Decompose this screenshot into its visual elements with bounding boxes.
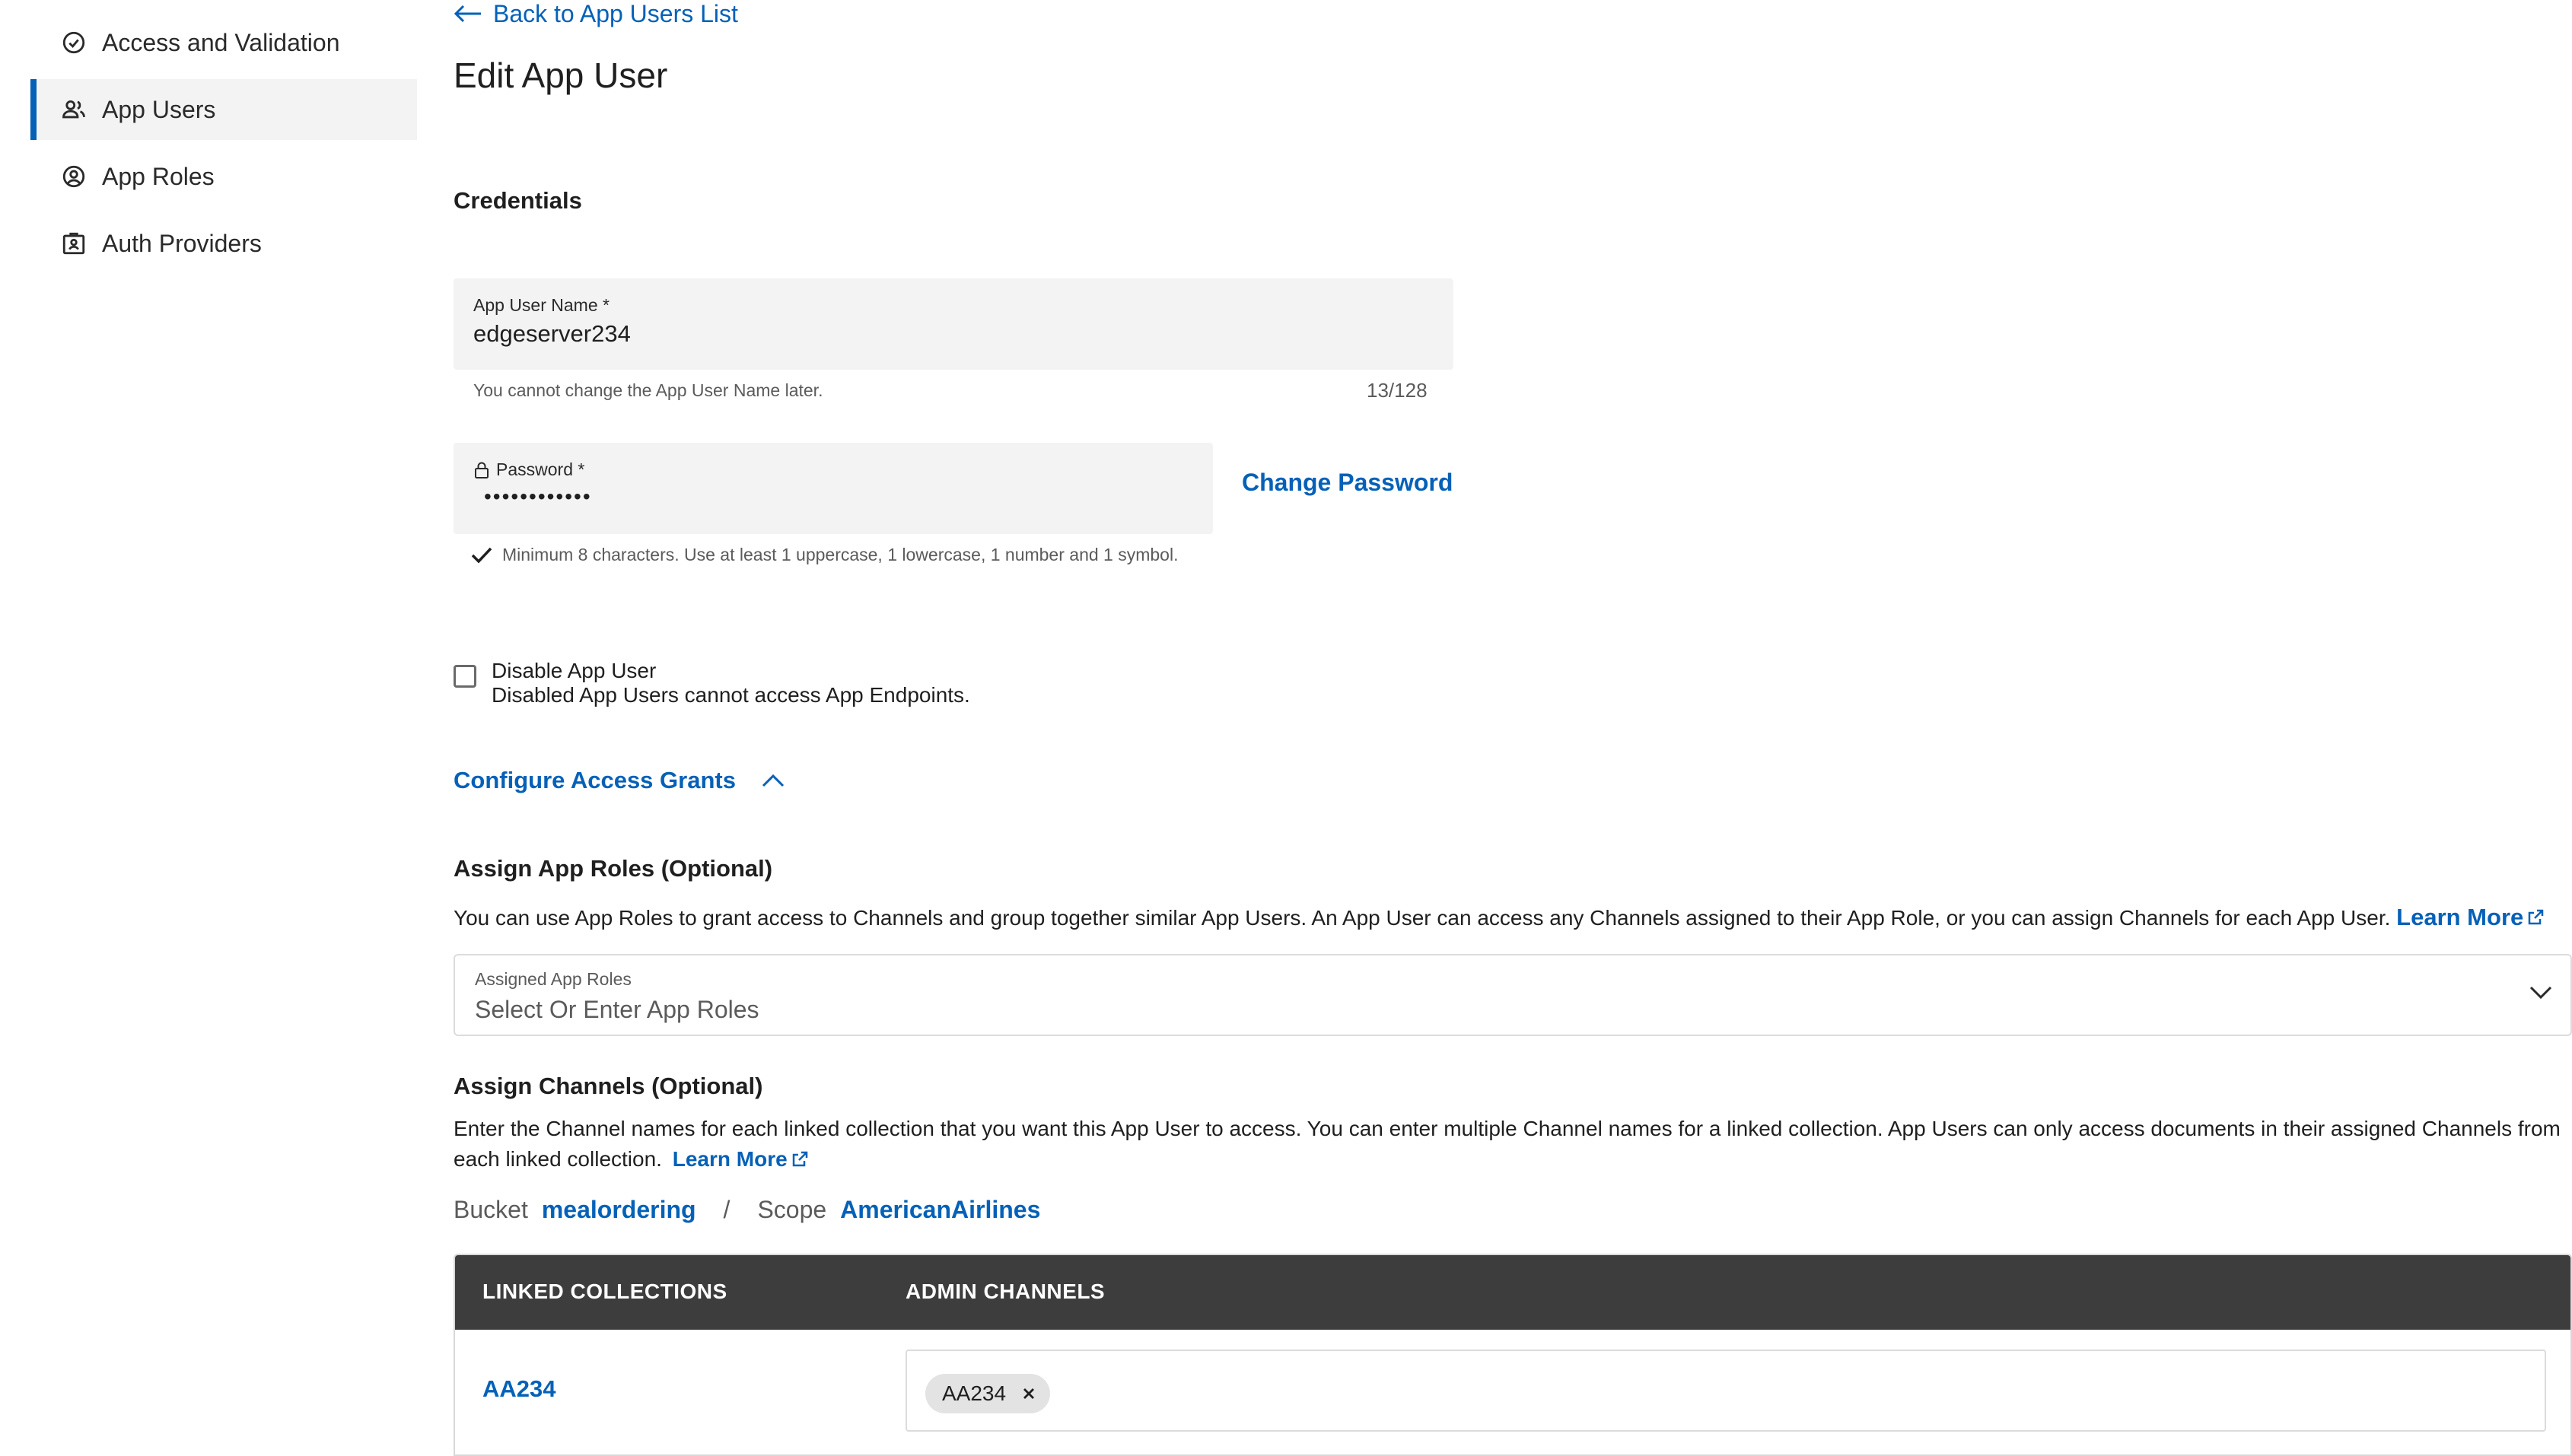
- lock-icon: [473, 461, 490, 479]
- table-header: LINKED COLLECTIONS ADMIN CHANNELS: [455, 1255, 2570, 1330]
- assign-channels-description: Enter the Channel names for each linked …: [454, 1114, 2572, 1175]
- sidebar-item-auth-providers[interactable]: Auth Providers: [30, 213, 417, 274]
- bucket-label: Bucket: [454, 1196, 528, 1223]
- roles-learn-more-link[interactable]: Learn More: [2396, 902, 2545, 933]
- app-user-name-field[interactable]: App User Name * edgeserver234: [454, 278, 1453, 370]
- scope-label: Scope: [757, 1196, 827, 1223]
- assign-app-roles-heading: Assign App Roles (Optional): [454, 855, 773, 882]
- column-header-admin-channels: ADMIN CHANNELS: [906, 1280, 1106, 1303]
- sidebar-item-label: App Users: [102, 95, 216, 123]
- channels-learn-more-label: Learn More: [672, 1147, 788, 1171]
- back-link-label: Back to App Users List: [493, 0, 738, 27]
- breadcrumb-separator: /: [723, 1196, 731, 1223]
- assign-channels-text-line2: each linked collection.: [454, 1147, 662, 1171]
- app-user-name-counter: 13/128: [1367, 379, 1428, 402]
- back-to-app-users-link[interactable]: Back to App Users List: [454, 0, 738, 27]
- scope-link[interactable]: AmericanAirlines: [840, 1196, 1040, 1224]
- bucket-scope-breadcrumb: Bucket mealordering / Scope AmericanAirl…: [454, 1196, 1040, 1224]
- sidebar-item-label: Access and Validation: [102, 28, 340, 56]
- external-link-icon: [2526, 908, 2545, 927]
- admin-channels-input[interactable]: AA234: [906, 1350, 2546, 1432]
- roles-learn-more-label: Learn More: [2396, 904, 2524, 930]
- password-label: Password *: [496, 459, 585, 479]
- arrow-left-icon: [454, 2, 482, 25]
- page-title: Edit App User: [454, 56, 668, 95]
- check-circle-icon: [61, 30, 87, 56]
- close-icon[interactable]: [1021, 1386, 1036, 1401]
- chevron-down-icon: [2528, 984, 2554, 1001]
- password-rule-text: Minimum 8 characters. Use at least 1 upp…: [502, 545, 1179, 564]
- sidebar-item-access-and-validation[interactable]: Access and Validation: [30, 12, 417, 73]
- password-value: ••••••••••••: [484, 485, 592, 508]
- disable-app-user-label: Disable App User: [492, 659, 657, 682]
- assigned-app-roles-placeholder: Select Or Enter App Roles: [475, 996, 759, 1023]
- assign-app-roles-description: You can use App Roles to grant access to…: [454, 902, 2572, 933]
- main-content: Back to App Users List Edit App User Cre…: [454, 0, 2572, 1456]
- configure-access-grants-label: Configure Access Grants: [454, 767, 736, 793]
- chevron-up-icon: [760, 772, 786, 789]
- id-badge-icon: [61, 230, 87, 256]
- external-link-icon: [791, 1150, 809, 1168]
- disable-app-user-checkbox[interactable]: [454, 665, 476, 688]
- configure-access-grants-toggle[interactable]: Configure Access Grants: [454, 767, 786, 794]
- credentials-heading: Credentials: [454, 187, 582, 214]
- channels-table: LINKED COLLECTIONS ADMIN CHANNELS AA234 …: [454, 1254, 2572, 1456]
- disable-app-user-description: Disabled App Users cannot access App End…: [492, 683, 970, 707]
- app-user-name-label: App User Name *: [473, 295, 610, 315]
- app-user-name-helper: You cannot change the App User Name late…: [473, 380, 823, 400]
- table-row: AA234 AA234: [455, 1330, 2570, 1454]
- app-user-name-value: edgeserver234: [473, 320, 631, 347]
- checkmark-icon: [470, 545, 493, 565]
- password-field[interactable]: Password * ••••••••••••: [454, 443, 1213, 534]
- password-rule: Minimum 8 characters. Use at least 1 upp…: [470, 545, 1178, 565]
- assign-channels-heading: Assign Channels (Optional): [454, 1073, 763, 1099]
- assigned-app-roles-select[interactable]: Assigned App Roles Select Or Enter App R…: [454, 954, 2572, 1036]
- sidebar-item-app-users[interactable]: App Users: [30, 79, 417, 140]
- sidebar-item-label: App Roles: [102, 162, 215, 190]
- users-icon: [61, 97, 87, 122]
- linked-collection-link[interactable]: AA234: [482, 1375, 556, 1403]
- change-password-button[interactable]: Change Password: [1242, 469, 1453, 497]
- channels-learn-more-link[interactable]: Learn More: [673, 1144, 809, 1175]
- channel-chip-label: AA234: [942, 1381, 1007, 1405]
- assign-app-roles-text: You can use App Roles to grant access to…: [454, 906, 2391, 930]
- assign-channels-text-line1: Enter the Channel names for each linked …: [454, 1117, 2561, 1140]
- user-circle-icon: [61, 164, 87, 189]
- sidebar-item-app-roles[interactable]: App Roles: [30, 146, 417, 207]
- column-header-linked-collections: LINKED COLLECTIONS: [482, 1280, 727, 1303]
- channel-chip: AA234: [925, 1374, 1051, 1413]
- assigned-app-roles-label: Assigned App Roles: [475, 969, 632, 989]
- bucket-link[interactable]: mealordering: [542, 1196, 696, 1224]
- sidebar-item-label: Auth Providers: [102, 229, 262, 257]
